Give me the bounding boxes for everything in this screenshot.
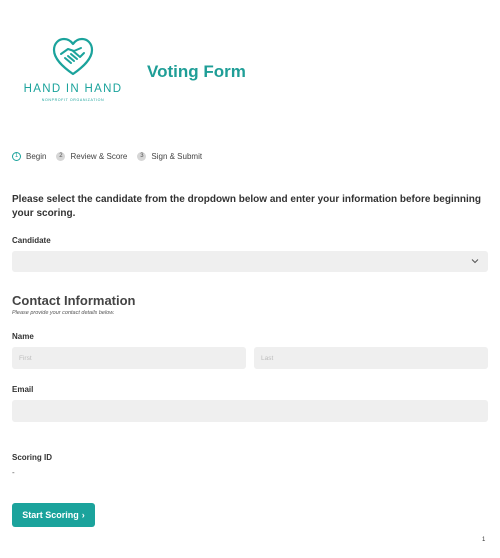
step-sign-submit[interactable]: 3 Sign & Submit [137,152,202,161]
chevron-right-icon: › [81,510,85,520]
step-review-score[interactable]: 2 Review & Score [56,152,127,161]
step-label: Sign & Submit [151,152,203,161]
contact-section-title: Contact Information [12,293,136,308]
contact-section-subtitle: Please provide your contact details belo… [12,310,115,316]
step-label: Review & Score [70,152,128,161]
page-number: 1 [482,537,486,543]
step-label: Begin [26,152,47,161]
last-name-input[interactable] [254,347,488,369]
logo: HAND IN HAND NONPROFIT ORGANIZATION [18,36,128,108]
start-scoring-label: Start Scoring [22,510,79,520]
chevron-down-icon [471,259,479,264]
step-progress: 1 Begin 2 Review & Score 3 Sign & Submit [12,152,212,161]
first-name-input[interactable] [12,347,246,369]
step-number: 2 [56,152,66,161]
logo-name: HAND IN HAND [23,83,123,95]
candidate-label: Candidate [12,236,51,245]
email-label: Email [12,385,34,394]
start-scoring-button[interactable]: Start Scoring › [12,503,95,527]
step-number: 1 [12,152,21,161]
handshake-heart-icon [52,37,94,76]
email-input[interactable] [12,400,488,422]
page-title: Voting Form [147,62,246,81]
candidate-select[interactable] [12,251,488,272]
intro-text: Please select the candidate from the dro… [12,194,481,219]
name-label: Name [12,332,34,341]
scoring-id-value: - [12,468,15,477]
step-begin[interactable]: 1 Begin [12,152,46,161]
logo-tagline: NONPROFIT ORGANIZATION [41,98,105,102]
step-number: 3 [137,152,147,161]
scoring-id-label: Scoring ID [12,453,53,462]
